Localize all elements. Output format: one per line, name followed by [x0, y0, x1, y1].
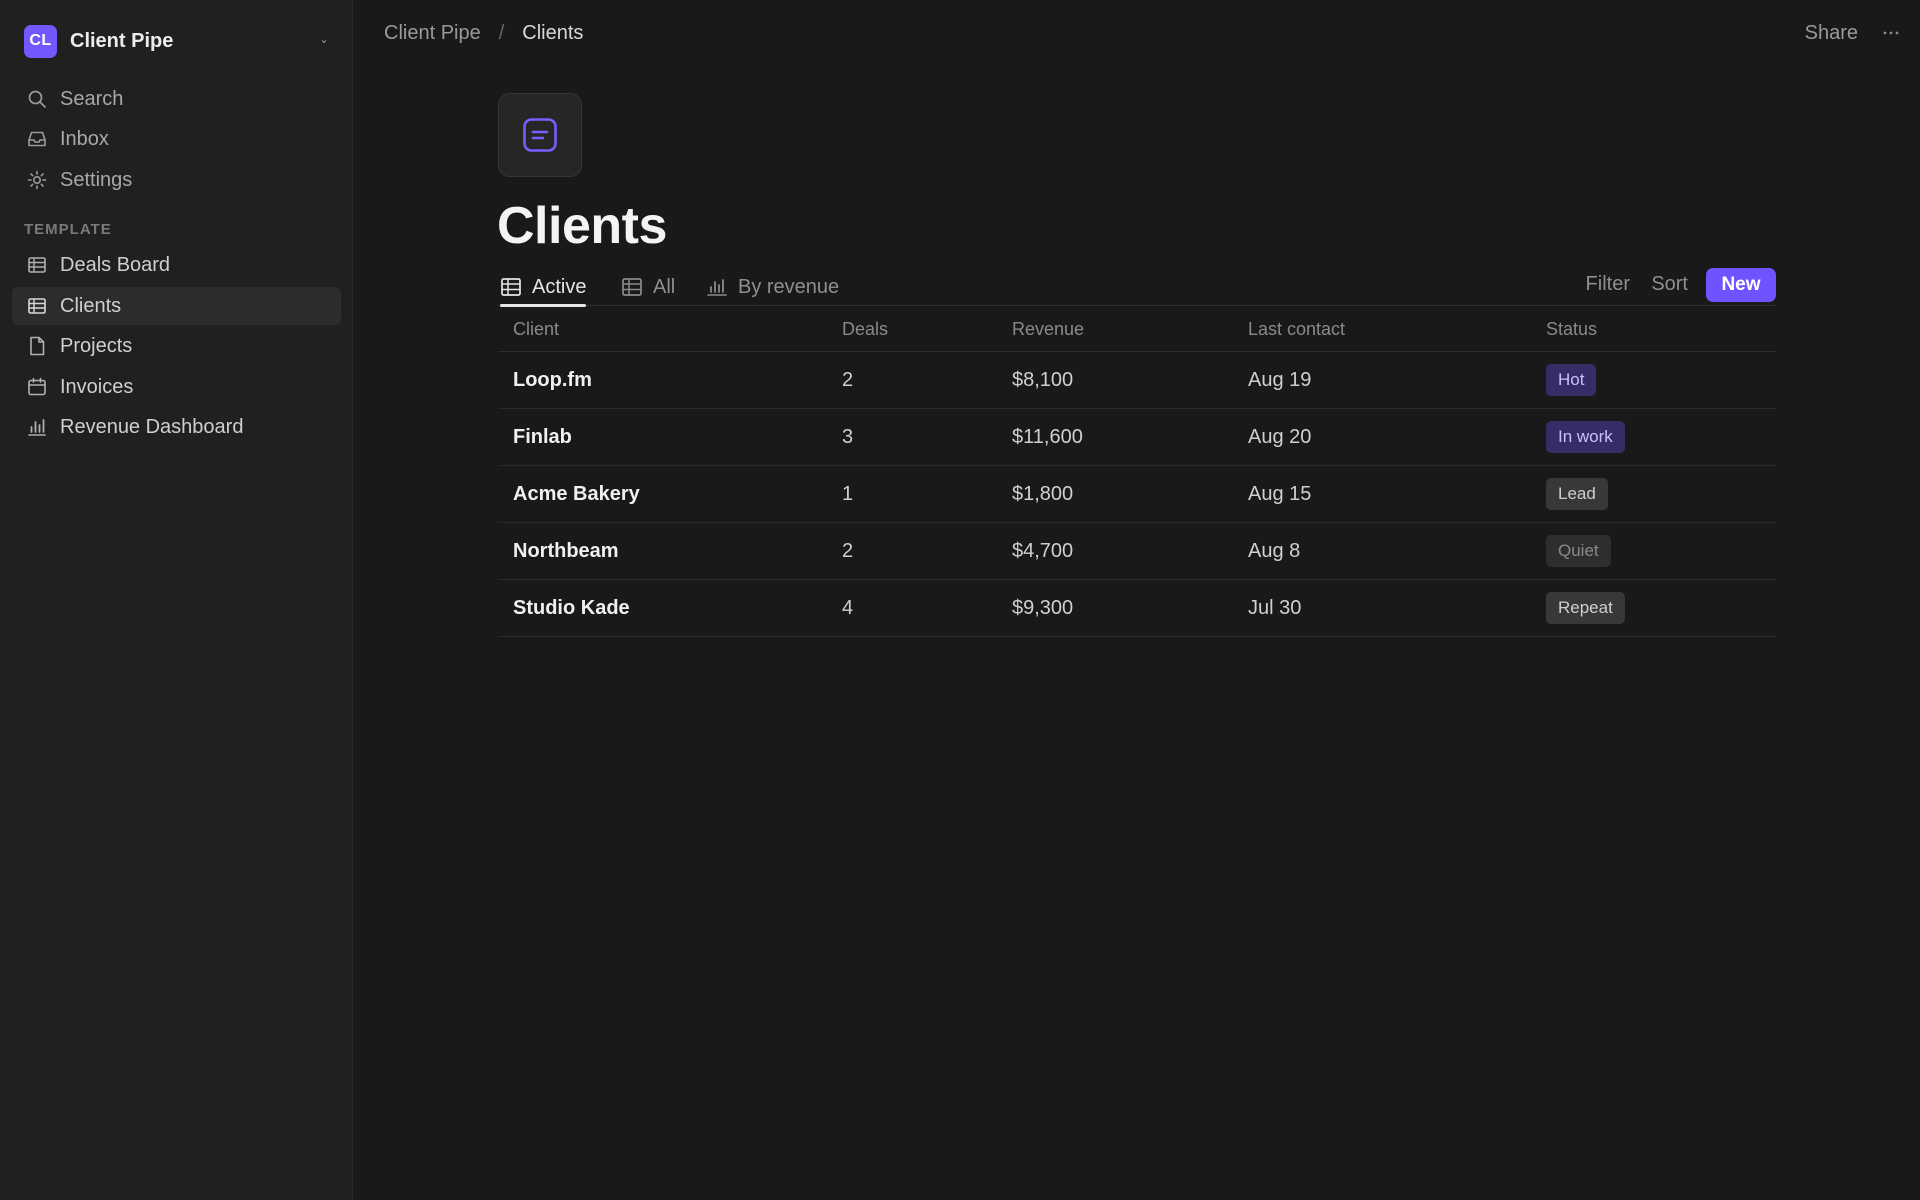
last-contact-cell: Aug 19 — [1248, 368, 1312, 391]
breadcrumb-separator: / — [498, 22, 505, 44]
sidebar-item-revenue-dashboard[interactable]: Revenue Dashboard — [12, 408, 341, 446]
revenue-cell: $11,600 — [1012, 425, 1083, 448]
search-icon — [28, 90, 46, 108]
breadcrumb-current[interactable]: Clients — [522, 22, 583, 45]
status-badge: Quiet — [1546, 535, 1611, 567]
last-contact-cell: Jul 30 — [1248, 596, 1302, 619]
table-row[interactable]: Loop.fm 2 $8,100 Aug 19 Hot — [498, 352, 1776, 409]
more-options-icon[interactable] — [1880, 22, 1902, 44]
sidebar-item-projects[interactable]: Projects — [12, 327, 341, 365]
table-header: Client Deals Revenue Last contact Status — [498, 307, 1776, 352]
sidebar-item-label: Deals Board — [60, 253, 171, 276]
sidebar-section-label: TEMPLATE — [24, 221, 112, 238]
tab-label: All — [653, 275, 676, 298]
last-contact-cell: Aug 20 — [1248, 425, 1312, 448]
inbox-icon — [28, 131, 46, 147]
revenue-cell: $4,700 — [1012, 539, 1074, 562]
calendar-icon — [28, 377, 46, 396]
deals-cell: 1 — [842, 482, 854, 505]
column-header-revenue[interactable]: Revenue — [1012, 307, 1084, 351]
column-header-status[interactable]: Status — [1546, 307, 1597, 351]
deals-cell: 3 — [842, 425, 854, 448]
sort-button[interactable]: Sort — [1651, 273, 1688, 296]
client-name-cell[interactable]: Studio Kade — [513, 580, 630, 636]
note-icon — [523, 118, 557, 152]
breadcrumb: Client Pipe / Clients — [384, 22, 583, 45]
workspace-switcher[interactable]: CL Client Pipe — [12, 19, 341, 63]
workspace-avatar: CL — [24, 24, 57, 58]
deals-cell: 2 — [842, 539, 854, 562]
sidebar-item-clients[interactable]: Clients — [12, 287, 341, 325]
share-button[interactable]: Share — [1805, 22, 1858, 45]
client-name-cell[interactable]: Loop.fm — [513, 352, 592, 408]
last-contact-cell: Aug 8 — [1248, 539, 1301, 562]
deals-cell: 2 — [842, 368, 854, 391]
document-icon — [30, 336, 45, 356]
status-cell[interactable]: Lead — [1546, 466, 1608, 522]
column-header-last-contact[interactable]: Last contact — [1248, 307, 1345, 351]
deals-cell: 4 — [842, 596, 854, 619]
sidebar-item-inbox[interactable]: Inbox — [12, 120, 341, 158]
client-name-cell[interactable]: Northbeam — [513, 523, 619, 579]
view-tabs-bar: Active All By revenue Filter Sort New — [498, 268, 1776, 307]
sidebar-item-label: Settings — [60, 168, 133, 191]
column-header-client[interactable]: Client — [513, 307, 559, 351]
sidebar-item-label: Inbox — [60, 127, 109, 150]
page-icon[interactable] — [498, 93, 582, 177]
table-row[interactable]: Studio Kade 4 $9,300 Jul 30 Repeat — [498, 580, 1776, 637]
breadcrumb-parent[interactable]: Client Pipe — [384, 22, 481, 45]
tab-label: By revenue — [738, 275, 840, 298]
sidebar-item-label: Search — [60, 87, 124, 110]
sidebar-item-label: Projects — [60, 334, 133, 357]
table-icon — [622, 278, 642, 296]
table-icon — [28, 298, 46, 314]
sidebar-item-label: Invoices — [60, 375, 134, 398]
status-badge: Lead — [1546, 478, 1608, 510]
bar-chart-icon — [28, 419, 46, 436]
table-icon — [501, 278, 521, 296]
revenue-cell: $1,800 — [1012, 482, 1074, 505]
status-cell[interactable]: Hot — [1546, 352, 1597, 408]
tab-label: Active — [532, 275, 587, 298]
status-badge: In work — [1546, 421, 1625, 453]
tab-active[interactable]: Active — [500, 268, 587, 307]
topbar: Client Pipe / Clients Share — [354, 0, 1920, 68]
column-header-deals[interactable]: Deals — [842, 307, 888, 351]
table-row[interactable]: Northbeam 2 $4,700 Aug 8 Quiet — [498, 523, 1776, 580]
new-button[interactable]: New — [1706, 268, 1776, 302]
clients-table: Client Deals Revenue Last contact Status… — [498, 307, 1776, 637]
tab-all[interactable]: All — [621, 268, 675, 306]
sidebar-item-label: Clients — [60, 294, 122, 317]
filter-button[interactable]: Filter — [1586, 273, 1630, 296]
last-contact-cell: Aug 15 — [1248, 482, 1312, 505]
bar-chart-icon — [707, 279, 727, 296]
chevron-down-icon — [321, 40, 327, 44]
page-title: Clients — [497, 197, 667, 255]
client-name-cell[interactable]: Finlab — [513, 409, 572, 465]
status-badge: Repeat — [1546, 592, 1625, 624]
sidebar: CL Client Pipe Search Inbox Settings TEM… — [0, 0, 353, 1200]
sidebar-item-label: Revenue Dashboard — [60, 415, 244, 438]
revenue-cell: $9,300 — [1012, 596, 1074, 619]
tab-by-revenue[interactable]: By revenue — [706, 268, 839, 306]
status-cell[interactable]: Repeat — [1546, 580, 1625, 636]
gear-icon — [27, 170, 47, 190]
revenue-cell: $8,100 — [1012, 368, 1074, 391]
sidebar-item-settings[interactable]: Settings — [12, 161, 341, 199]
table-row[interactable]: Acme Bakery 1 $1,800 Aug 15 Lead — [498, 466, 1776, 523]
table-row[interactable]: Finlab 3 $11,600 Aug 20 In work — [498, 409, 1776, 466]
client-name-cell[interactable]: Acme Bakery — [513, 466, 640, 522]
sidebar-item-deals-board[interactable]: Deals Board — [12, 246, 341, 284]
status-cell[interactable]: In work — [1546, 409, 1625, 465]
sidebar-item-search[interactable]: Search — [12, 80, 341, 118]
sidebar-item-invoices[interactable]: Invoices — [12, 368, 341, 406]
status-badge: Hot — [1546, 364, 1597, 396]
status-cell[interactable]: Quiet — [1546, 523, 1611, 579]
table-icon — [28, 257, 46, 273]
workspace-name: Client Pipe — [70, 29, 174, 52]
